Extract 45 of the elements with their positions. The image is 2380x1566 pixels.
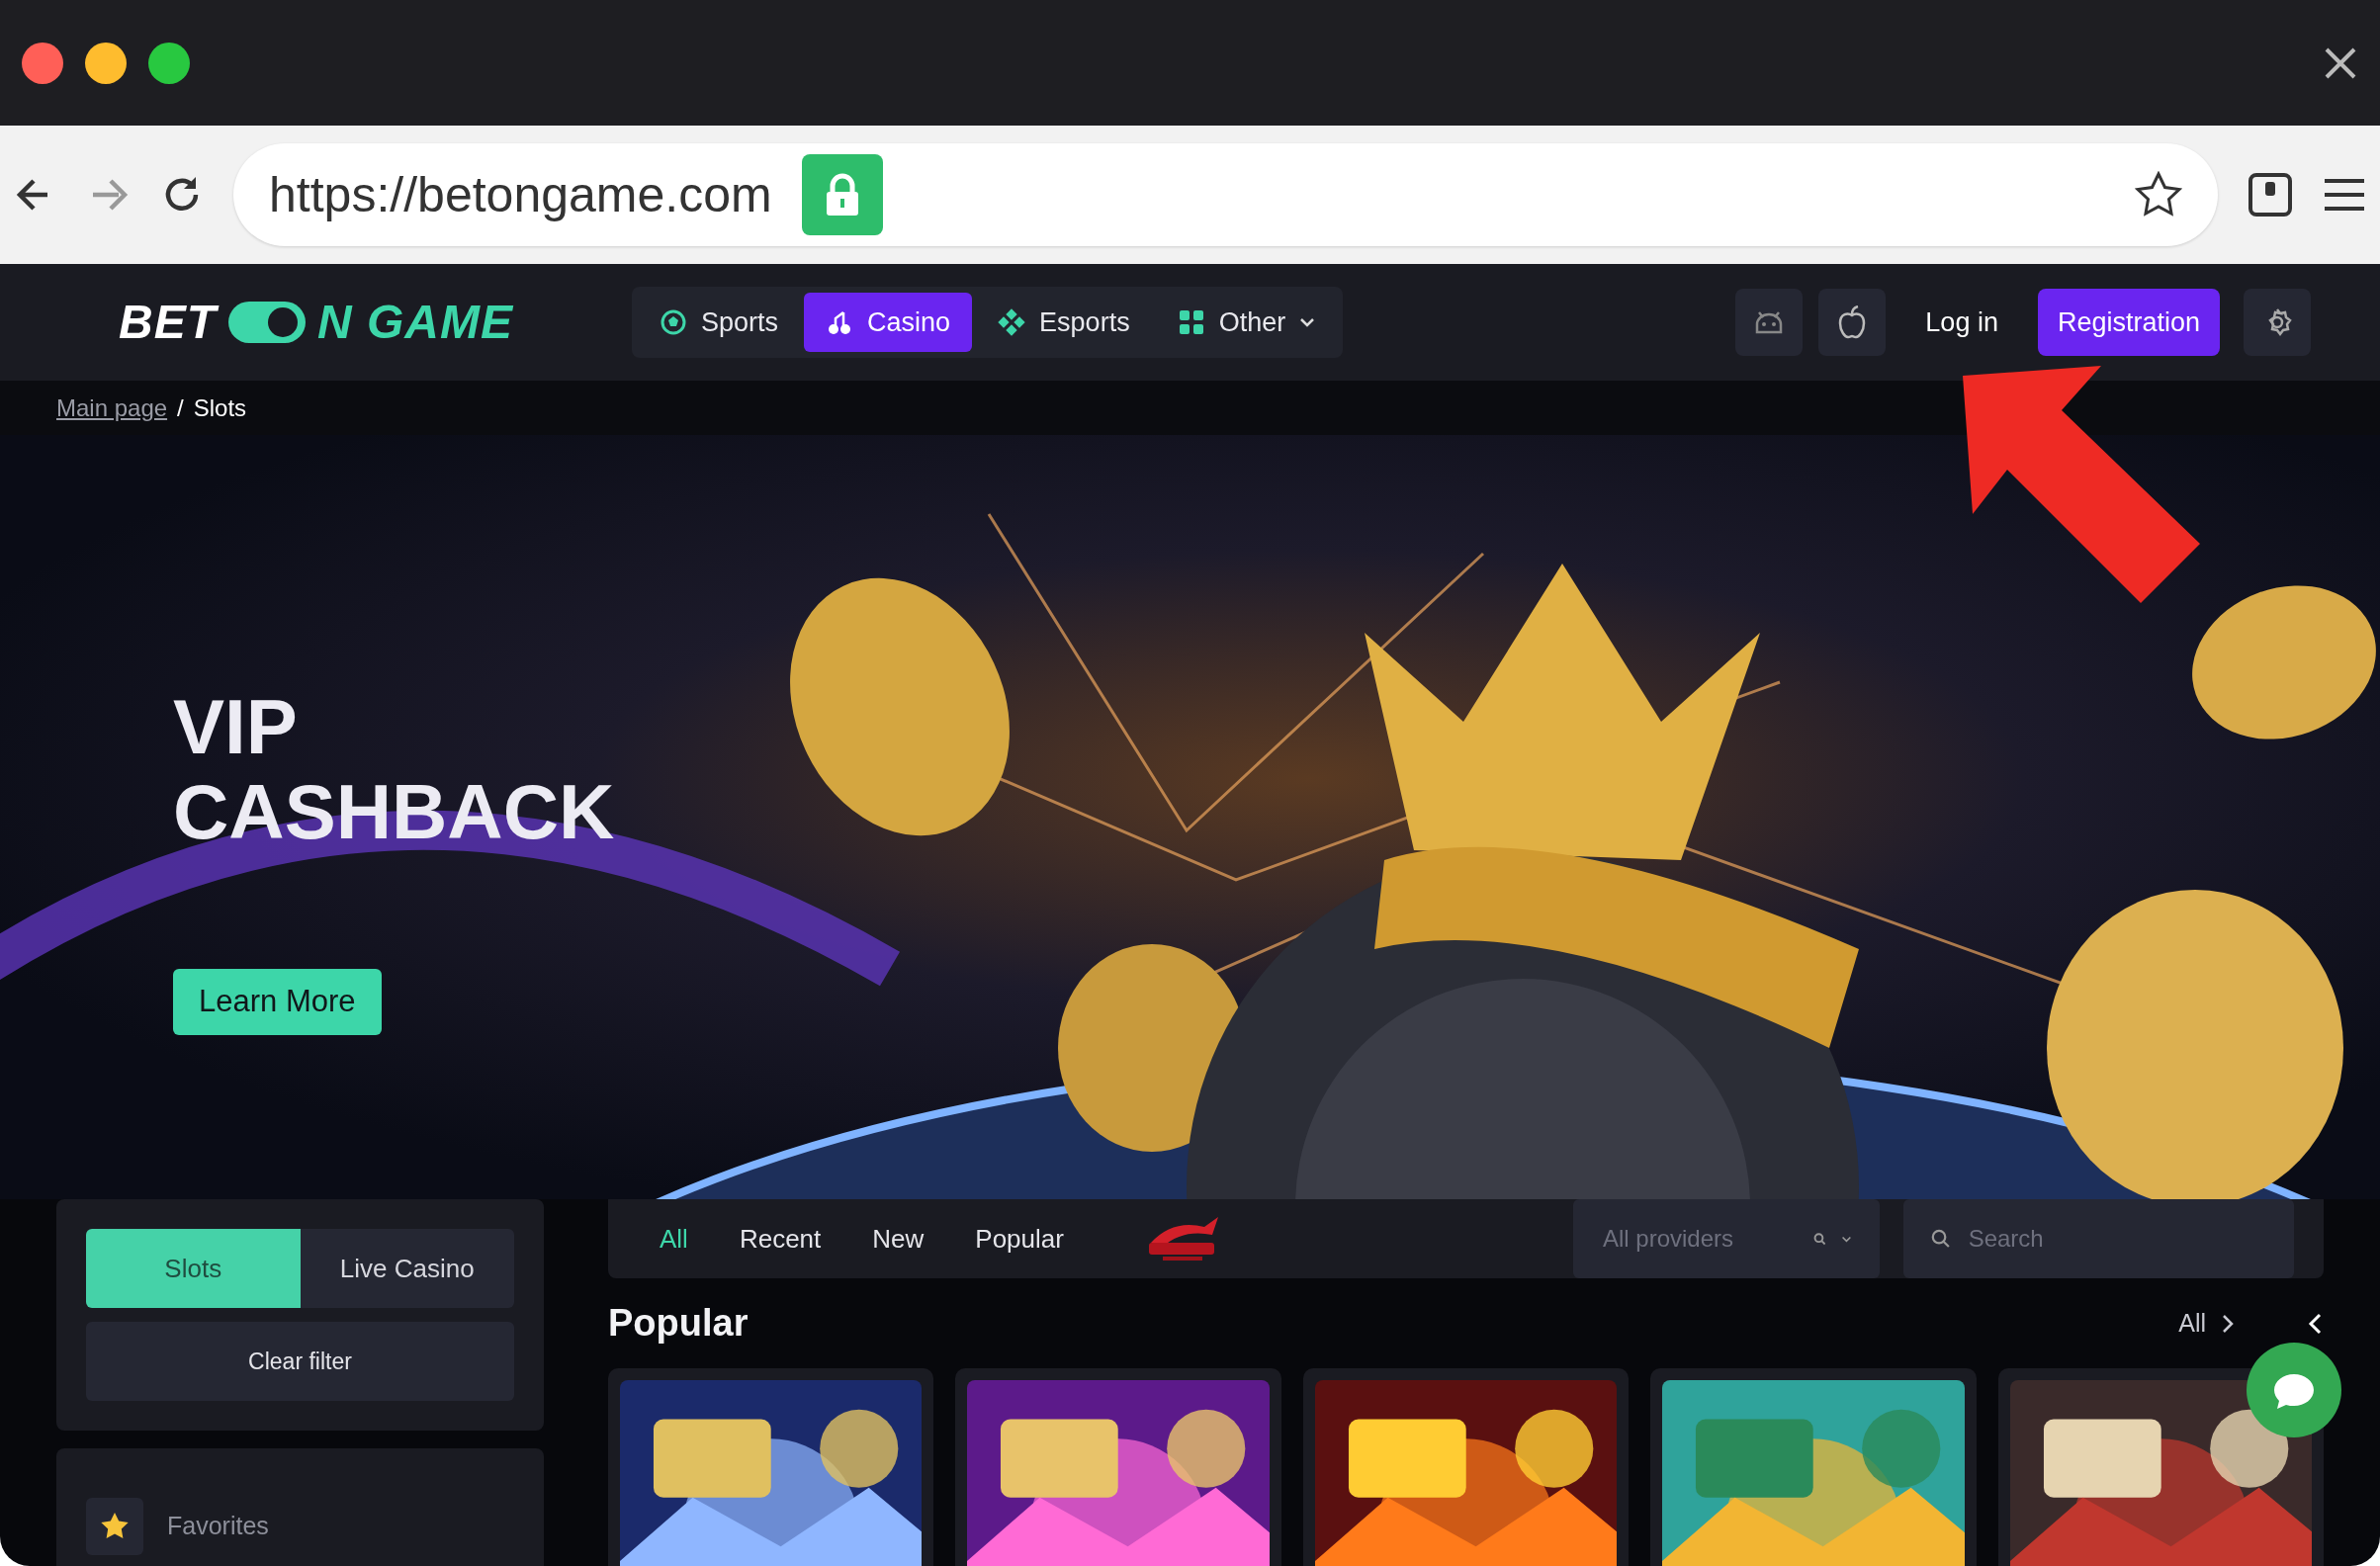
providers-dropdown[interactable]: All providers (1573, 1199, 1880, 1278)
category-tab[interactable]: Live Casino (300, 1229, 514, 1308)
filter-tab[interactable]: Popular (953, 1211, 1086, 1266)
registration-button[interactable]: Registration (2037, 289, 2220, 356)
star-icon[interactable] (2135, 171, 2182, 218)
nav-tab[interactable]: Esports (976, 292, 1152, 353)
apple-button[interactable] (1818, 289, 1887, 356)
hero-title: CASHBACK (173, 771, 615, 853)
ball-icon (660, 308, 687, 336)
providers-input[interactable]: All providers (1601, 1220, 1798, 1258)
see-all-link[interactable]: All (2178, 1304, 2234, 1343)
extension-icon[interactable] (2248, 172, 2293, 218)
window-control-button[interactable] (148, 42, 190, 84)
clear-filter-button[interactable]: Clear filter (86, 1322, 514, 1401)
logo-text: N GAME (317, 295, 513, 350)
search-icon (1931, 1228, 1951, 1250)
url-text: https://betongame.com (269, 165, 772, 224)
breadcrumb-separator: / (177, 392, 184, 423)
chevron-right-icon (2222, 1313, 2234, 1334)
search-icon (1812, 1231, 1826, 1247)
window-control-button[interactable] (22, 42, 63, 84)
diamonds-icon (998, 308, 1026, 336)
breadcrumb-link[interactable]: Main page (56, 390, 168, 426)
sidebar-item[interactable]: Favorites (167, 1508, 269, 1545)
grid-icon (1177, 308, 1205, 336)
filter-tab[interactable]: Recent (717, 1211, 843, 1266)
filter-tab[interactable]: All (638, 1211, 710, 1266)
nav-tab[interactable]: Sports (638, 292, 801, 353)
learn-more-button[interactable]: Learn More (173, 969, 382, 1035)
login-button[interactable]: Log in (1901, 302, 2022, 343)
hero-title: VIP (173, 687, 299, 768)
nav-tab[interactable]: Casino (804, 292, 973, 353)
filter-tab[interactable]: New (850, 1211, 946, 1266)
category-tab[interactable]: Slots (86, 1229, 301, 1308)
window-control-button[interactable] (85, 42, 127, 84)
breadcrumb-current: Slots (193, 392, 247, 423)
search-input[interactable]: Search (1966, 1220, 2266, 1258)
caret-icon (1841, 1234, 1852, 1244)
android-button[interactable] (1735, 289, 1804, 356)
search-field[interactable]: Search (1903, 1199, 2294, 1278)
section-title: Popular (608, 1301, 749, 1346)
previous-icon[interactable] (2308, 1312, 2324, 1335)
address-bar[interactable]: https://betongame.com (233, 143, 2218, 246)
settings-button[interactable] (2244, 289, 2311, 356)
nav-tab[interactable]: Other (1155, 292, 1338, 353)
